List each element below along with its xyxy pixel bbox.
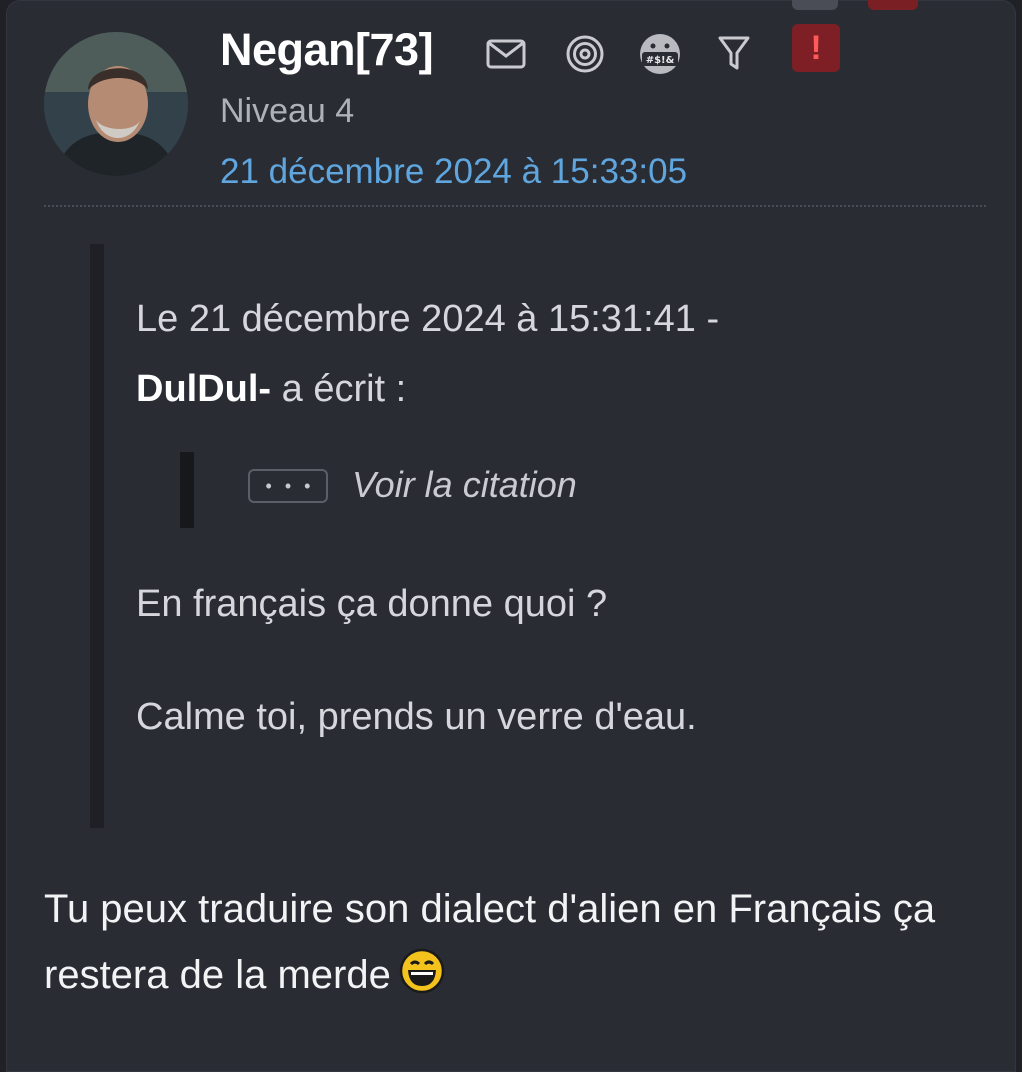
quote-author[interactable]: DulDul- [136,368,271,410]
laughing-smiley-icon [399,949,445,994]
top-alert-stub[interactable] [868,0,918,10]
user-level: Niveau 4 [220,92,355,130]
quote-header: Le 21 décembre 2024 à 15:31:41 - DulDul-… [136,284,836,424]
message-body: Tu peux traduire son dialect d'alien en … [44,876,994,1008]
nested-quote-bar [180,452,194,528]
quote-date: Le 21 décembre 2024 à 15:31:41 - [136,298,720,340]
view-quote-link[interactable]: Voir la citation [352,464,577,506]
quote-text-line: Calme toi, prends un verre d'eau. [136,696,697,738]
header-divider [44,205,986,207]
mail-icon[interactable] [484,32,528,76]
censor-icon[interactable]: #$!& [638,32,682,76]
top-button-stub[interactable] [792,0,838,10]
quote-wrote: a écrit : [271,368,407,410]
message-text: Tu peux traduire son dialect d'alien en … [44,887,936,997]
username[interactable]: Negan[73] [220,24,434,76]
filter-icon[interactable] [712,32,756,76]
svg-text:#$!&: #$!& [646,55,675,66]
alert-icon[interactable]: ! [792,24,840,72]
post-date-link[interactable]: 21 décembre 2024 à 15:33:05 [220,152,687,192]
quote-bar [90,244,104,828]
spiral-icon[interactable] [563,32,607,76]
quote-text-line: En français ça donne quoi ? [136,583,608,625]
expand-quote-button[interactable]: • • • [248,469,328,503]
avatar[interactable] [44,32,188,176]
